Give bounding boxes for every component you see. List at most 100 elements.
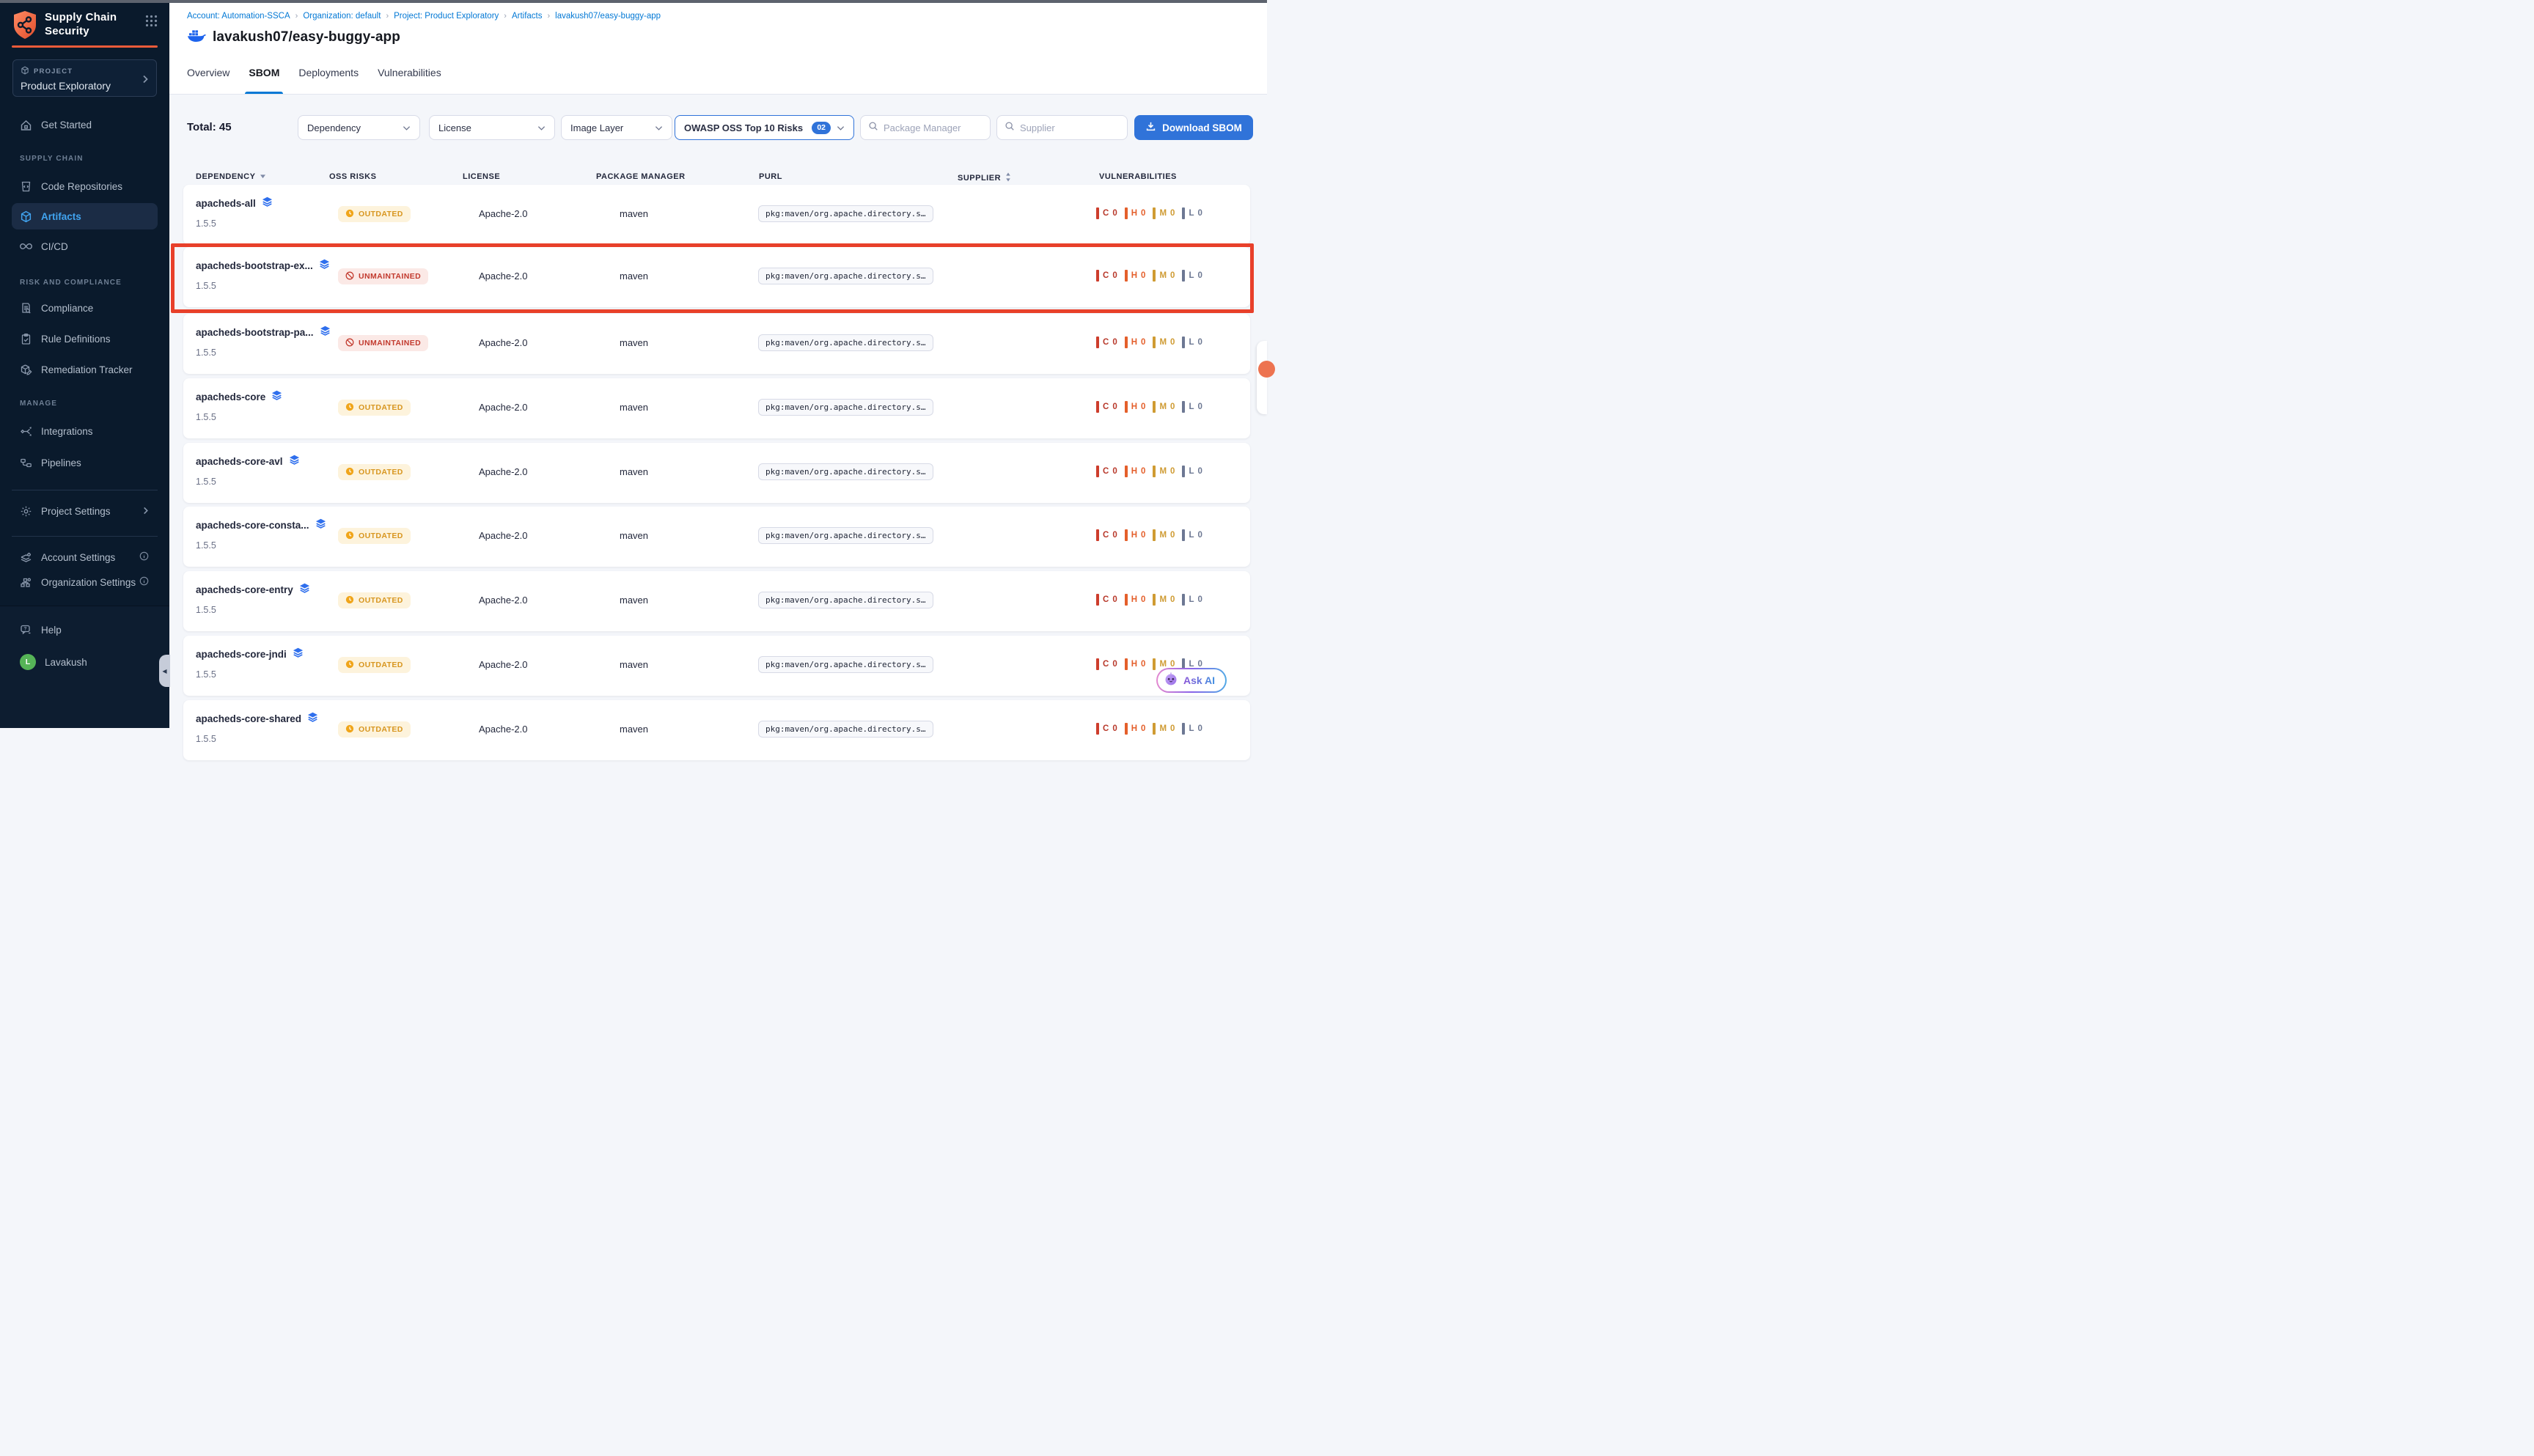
supplier-search-input[interactable] [1020, 122, 1120, 133]
sidebar-collapse-handle[interactable]: ◀ [159, 655, 170, 687]
breadcrumb-organization[interactable]: Organization: default [303, 12, 381, 21]
column-header-purl: PURL [759, 172, 782, 181]
sidebar-item-remediation-tracker[interactable]: Remediation Tracker [12, 356, 158, 383]
breadcrumb-artifacts[interactable]: Artifacts [512, 12, 543, 21]
right-edge-widget-dot[interactable] [1258, 361, 1275, 378]
info-icon [139, 576, 149, 588]
chevron-down-icon [655, 122, 663, 133]
table-row[interactable]: apacheds-all 1.5.5 OUTDATED Apache-2.0 m… [183, 185, 1250, 245]
right-edge-panel-tab[interactable] [1257, 341, 1267, 414]
license-cell: Apache-2.0 [479, 595, 528, 606]
column-header-vulnerabilities: VULNERABILITIES [1099, 172, 1177, 181]
circle-slash-icon [345, 338, 354, 349]
breadcrumb-project[interactable]: Project: Product Exploratory [394, 12, 499, 21]
layers-icon[interactable] [271, 390, 282, 403]
license-filter-dropdown[interactable]: License [429, 115, 555, 140]
sidebar-divider [12, 536, 158, 537]
sidebar-item-label: Code Repositories [41, 181, 122, 192]
page-title: lavakush07/easy-buggy-app [213, 29, 400, 45]
package-manager-search-input[interactable] [884, 122, 983, 133]
clipboard-check-icon [20, 333, 32, 345]
sidebar-item-organization-settings[interactable]: Organization Settings [12, 569, 158, 595]
table-row[interactable]: apacheds-bootstrap-pa... 1.5.5 UNMAINTAI… [183, 314, 1250, 374]
tab-sbom[interactable]: SBOM [249, 51, 279, 94]
sidebar-item-project-settings[interactable]: Project Settings [12, 498, 158, 524]
vulnerability-counts: C0 H0 M0 L0 [1096, 466, 1202, 477]
dependency-filter-dropdown[interactable]: Dependency [298, 115, 420, 140]
dependency-name: apacheds-core-entry [196, 584, 293, 595]
user-name: Lavakush [45, 657, 87, 668]
search-icon [1005, 121, 1015, 135]
purl-chip: pkg:maven/org.apache.directory.s… [758, 463, 933, 480]
sidebar-item-help[interactable]: ? Help [12, 617, 158, 643]
sidebar-item-integrations[interactable]: Integrations [12, 418, 158, 444]
layers-icon[interactable] [315, 518, 326, 532]
purl-chip: pkg:maven/org.apache.directory.s… [758, 721, 933, 738]
breadcrumb-separator: › [548, 12, 551, 21]
table-row-highlighted[interactable]: apacheds-bootstrap-ex... 1.5.5 UNMAINTAI… [183, 247, 1250, 307]
table-row[interactable]: apacheds-core-jndi 1.5.5 OUTDATED Apache… [183, 636, 1250, 696]
total-value: 45 [219, 121, 232, 133]
tab-vulnerabilities[interactable]: Vulnerabilities [378, 51, 441, 94]
owasp-risks-filter-dropdown[interactable]: OWASP OSS Top 10 Risks 02 [675, 115, 854, 140]
package-manager-cell: maven [620, 724, 648, 735]
layers-icon[interactable] [289, 455, 300, 468]
app-switcher-grid-icon[interactable] [145, 15, 158, 31]
table-row[interactable]: apacheds-core 1.5.5 OUTDATED Apache-2.0 … [183, 378, 1250, 438]
tab-overview[interactable]: Overview [187, 51, 229, 94]
image-layer-filter-dropdown[interactable]: Image Layer [561, 115, 672, 140]
sidebar-item-compliance[interactable]: Compliance [12, 295, 158, 321]
circle-slash-icon [345, 271, 354, 282]
vulnerability-counts: C0 H0 M0 L0 [1096, 529, 1202, 541]
purl-chip: pkg:maven/org.apache.directory.s… [758, 527, 933, 544]
layers-icon[interactable] [307, 712, 318, 725]
dependency-version: 1.5.5 [196, 412, 216, 422]
purl-chip: pkg:maven/org.apache.directory.s… [758, 268, 933, 284]
table-row[interactable]: apacheds-core-shared 1.5.5 OUTDATED Apac… [183, 700, 1250, 760]
column-header-package-manager: PACKAGE MANAGER [596, 172, 686, 181]
breadcrumb-account[interactable]: Account: Automation-SSCA [187, 12, 290, 21]
sidebar-item-pipelines[interactable]: Pipelines [12, 449, 158, 476]
oss-risk-badge: OUTDATED [338, 464, 411, 480]
layers-icon[interactable] [320, 326, 331, 339]
app-logo-row: Supply Chain Security [12, 10, 158, 43]
column-header-dependency[interactable]: DEPENDENCY [196, 172, 266, 181]
layers-icon[interactable] [299, 583, 310, 596]
breadcrumb-artifact-name[interactable]: lavakush07/easy-buggy-app [555, 12, 661, 21]
chevron-right-icon [142, 74, 149, 87]
home-icon [20, 119, 32, 131]
layers-icon[interactable] [319, 259, 330, 272]
tab-deployments[interactable]: Deployments [298, 51, 359, 94]
ask-ai-button[interactable]: Ask AI [1156, 668, 1227, 693]
sidebar-item-rule-definitions[interactable]: Rule Definitions [12, 326, 158, 352]
project-name: Product Exploratory [21, 80, 149, 92]
layers-icon[interactable] [293, 647, 304, 661]
table-row[interactable]: apacheds-core-entry 1.5.5 OUTDATED Apach… [183, 571, 1250, 631]
dependency-version: 1.5.5 [196, 540, 216, 551]
project-selector[interactable]: PROJECT Product Exploratory [12, 59, 157, 97]
layers-icon[interactable] [262, 196, 273, 210]
dropdown-label: Dependency [307, 122, 403, 133]
table-row[interactable]: apacheds-core-consta... 1.5.5 OUTDATED A… [183, 507, 1250, 567]
project-label: PROJECT [34, 67, 73, 76]
vulnerability-counts: C0 H0 M0 L0 [1096, 723, 1202, 735]
download-sbom-button[interactable]: Download SBOM [1134, 115, 1253, 140]
sidebar-item-get-started[interactable]: Get Started [12, 111, 158, 138]
package-manager-cell: maven [620, 208, 648, 219]
oss-risk-badge: OUTDATED [338, 721, 411, 738]
org-chart-gear-icon [20, 576, 32, 589]
table-row[interactable]: apacheds-core-avl 1.5.5 OUTDATED Apache-… [183, 443, 1250, 503]
sidebar-user[interactable]: L Lavakush [12, 649, 158, 675]
sidebar-item-artifacts[interactable]: Artifacts [12, 203, 158, 229]
infinity-icon [20, 242, 32, 251]
sidebar-item-account-settings[interactable]: Account Settings [12, 544, 158, 570]
clock-icon [345, 724, 354, 735]
sidebar-item-cicd[interactable]: CI/CD [12, 233, 158, 260]
package-manager-search [860, 115, 991, 140]
column-header-supplier[interactable]: SUPPLIER [958, 172, 1011, 184]
chevron-down-icon [837, 122, 845, 133]
sidebar-item-label: Get Started [41, 120, 92, 130]
breadcrumb-separator: › [386, 12, 389, 21]
sidebar-item-code-repositories[interactable]: Code Repositories [12, 173, 158, 199]
download-label: Download SBOM [1162, 122, 1242, 133]
